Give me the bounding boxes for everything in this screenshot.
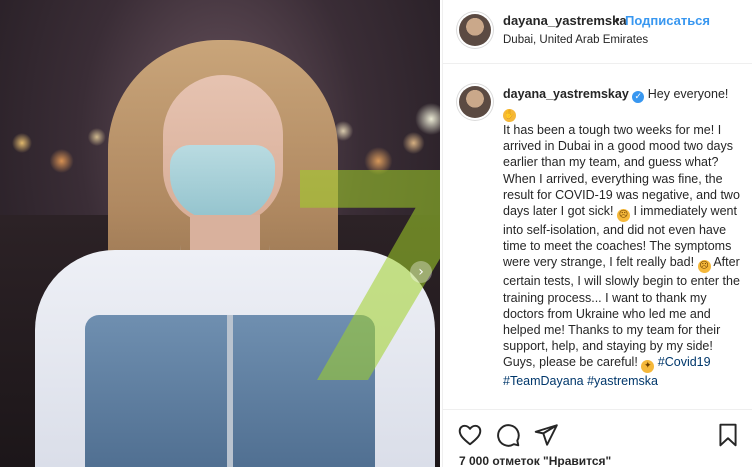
avatar[interactable]: [459, 14, 491, 46]
comment-icon[interactable]: [495, 422, 521, 448]
location-link[interactable]: Dubai, United Arab Emirates: [503, 34, 648, 46]
hashtag-yastremska[interactable]: #yastremska: [587, 374, 658, 388]
post-sidebar: dayana_yastremska • Подписаться Dubai, U…: [442, 0, 752, 467]
denim-vest: [85, 315, 375, 467]
caption-text: dayana_yastremskay ✓ Hey everyone! ✋ It …: [503, 86, 747, 390]
likes-count[interactable]: 7 000 отметок "Нравится": [459, 454, 611, 467]
wave-emoji-icon: ✋: [503, 109, 516, 122]
pray-emoji-icon: ✦: [641, 360, 655, 374]
disappointed-emoji-icon: ☹: [697, 260, 711, 274]
verified-badge-icon: ✓: [632, 91, 645, 103]
caption-username[interactable]: dayana_yastremskay: [503, 87, 629, 101]
hashtag-covid19[interactable]: #Covid19: [658, 355, 711, 369]
post-actions: 7 000 отметок "Нравится": [443, 409, 752, 467]
caption-body-3: After certain tests, I will slowly begin…: [503, 255, 740, 370]
follow-button[interactable]: Подписаться: [625, 13, 710, 28]
bookmark-icon[interactable]: [715, 422, 741, 448]
hashtag-teamdayana[interactable]: #TeamDayana: [503, 374, 584, 388]
post-header: dayana_yastremska • Подписаться Dubai, U…: [443, 0, 752, 64]
caption-avatar[interactable]: [459, 86, 491, 118]
post-caption: dayana_yastremskay ✓ Hey everyone! ✋ It …: [443, 64, 752, 409]
sad-emoji-icon: ☹: [616, 209, 630, 223]
face-mask: [170, 145, 275, 220]
post-photo[interactable]: ›: [0, 0, 440, 467]
next-photo-arrow[interactable]: ›: [410, 261, 432, 283]
separator-dot: •: [615, 12, 620, 27]
share-icon[interactable]: [533, 422, 559, 448]
caption-greeting: Hey everyone!: [647, 87, 729, 101]
heart-icon[interactable]: [457, 422, 483, 448]
header-username[interactable]: dayana_yastremska: [503, 13, 627, 28]
